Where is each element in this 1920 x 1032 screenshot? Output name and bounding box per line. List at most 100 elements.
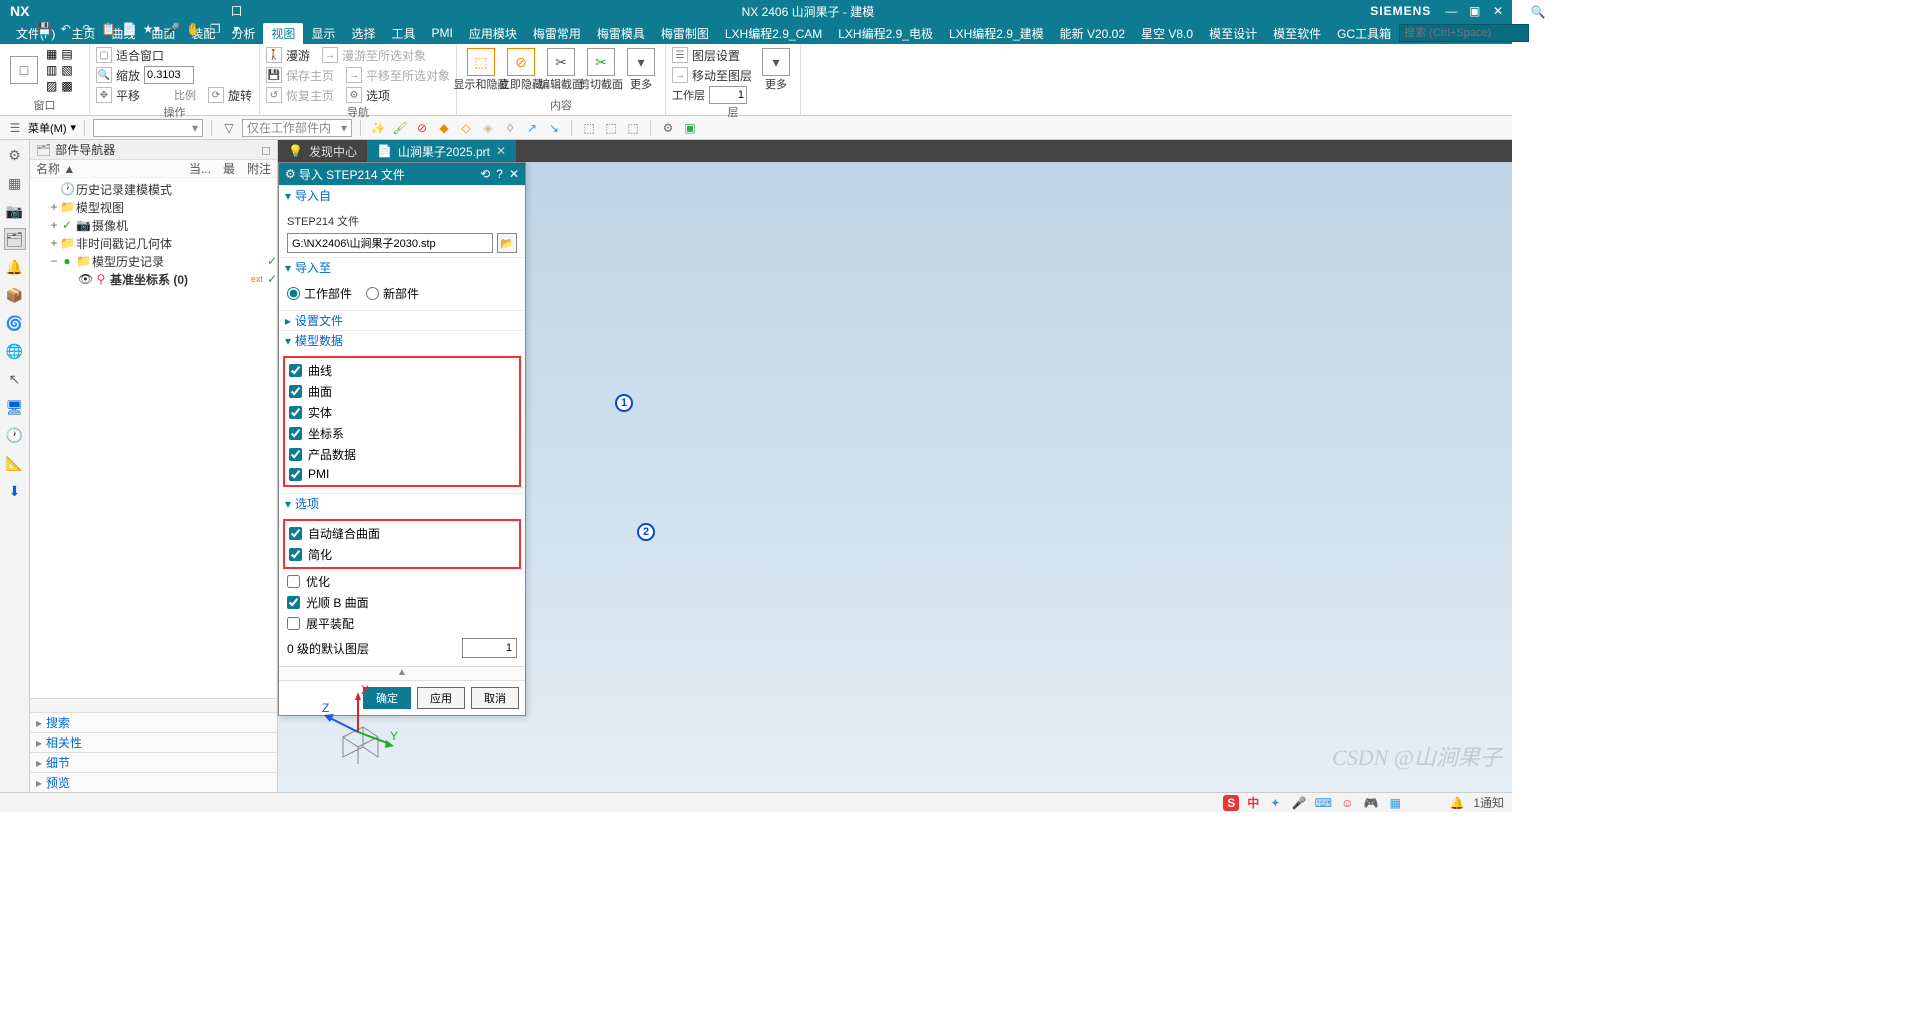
- tree-nontime[interactable]: +📁非时间戳记几何体: [30, 234, 277, 252]
- default-layer-input[interactable]: [462, 638, 517, 658]
- paste-icon[interactable]: 📄: [121, 20, 139, 38]
- chk-flatten[interactable]: [287, 617, 300, 630]
- acc-preview[interactable]: ▸预览: [30, 772, 277, 792]
- grid5-icon[interactable]: ▨: [46, 79, 57, 93]
- touch-icon[interactable]: ✋: [185, 20, 203, 38]
- acc-detail[interactable]: ▸细节: [30, 752, 277, 772]
- grid2-icon[interactable]: ▤: [61, 47, 72, 61]
- swirl-icon[interactable]: 🌀: [4, 312, 26, 334]
- menu-xk8[interactable]: 星空 V8.0: [1133, 23, 1201, 44]
- grid-icon[interactable]: ▦: [46, 47, 57, 61]
- windows-icon[interactable]: ❐: [206, 20, 224, 38]
- monitor-icon[interactable]: 🖥: [4, 396, 26, 418]
- grid4-icon[interactable]: ▧: [61, 63, 72, 77]
- window-dd-icon[interactable]: 窗口▾: [228, 0, 246, 2]
- filter2-dropdown[interactable]: 仅在工作部件内▾: [242, 119, 352, 137]
- no-icon[interactable]: ⊘: [413, 119, 431, 137]
- pointer-icon[interactable]: ↖: [4, 368, 26, 390]
- content-more-btn[interactable]: ▾更多: [623, 46, 659, 94]
- col-cur[interactable]: 当...: [183, 160, 217, 177]
- chk-optimize[interactable]: [287, 575, 300, 588]
- tree-history-mode[interactable]: 🕐历史记录建模模式: [30, 180, 277, 198]
- cube-o-icon[interactable]: ▣: [681, 119, 699, 137]
- cancel-button[interactable]: 取消: [471, 687, 519, 709]
- ime-lang[interactable]: 中: [1247, 794, 1259, 811]
- worklayer-input[interactable]: [709, 86, 747, 104]
- clip-section-btn[interactable]: ✂剪切截面: [583, 46, 619, 94]
- tree-cameras[interactable]: +✓📷摄像机: [30, 216, 277, 234]
- bell-icon[interactable]: 🔔: [4, 256, 26, 278]
- move-to-layer-btn[interactable]: →移动至图层: [672, 66, 752, 84]
- tree-model-history[interactable]: −●📁模型历史记录✓: [30, 252, 277, 270]
- col-up[interactable]: 最: [217, 160, 241, 177]
- undo-icon[interactable]: ↶: [57, 20, 75, 38]
- menu-view[interactable]: 视图: [263, 23, 303, 44]
- save-icon[interactable]: 💾: [35, 20, 53, 38]
- nav-scroll-h[interactable]: [30, 698, 277, 712]
- col-note[interactable]: 附注: [241, 160, 277, 177]
- status-face-icon[interactable]: ☺: [1339, 795, 1355, 811]
- chk-pmi[interactable]: [289, 468, 302, 481]
- menu-tools[interactable]: 工具: [383, 23, 423, 44]
- status-ico1[interactable]: ✦: [1267, 795, 1283, 811]
- brush-icon[interactable]: 🖌: [391, 119, 409, 137]
- status-game-icon[interactable]: 🎮: [1363, 795, 1379, 811]
- layer-more-btn[interactable]: ▾更多: [758, 46, 794, 94]
- pan-btn[interactable]: ✥平移: [96, 86, 140, 104]
- menu-lxh-model[interactable]: LXH编程2.9_建模: [941, 23, 1052, 44]
- cube2-icon[interactable]: ◇: [457, 119, 475, 137]
- tree-model-views[interactable]: +📁模型视图: [30, 198, 277, 216]
- ruler-icon[interactable]: 📐: [4, 452, 26, 474]
- menu-label[interactable]: 菜单(M): [28, 120, 67, 136]
- tab-discovery[interactable]: 💡发现中心: [278, 140, 367, 162]
- chk-product[interactable]: [289, 448, 302, 461]
- menu-lxh-cam[interactable]: LXH编程2.9_CAM: [717, 23, 830, 44]
- globe-icon[interactable]: 🌐: [4, 340, 26, 362]
- sec-import-to[interactable]: ▾导入至: [279, 257, 525, 277]
- cube-icon[interactable]: ▦: [4, 172, 26, 194]
- chk-surface[interactable]: [289, 385, 302, 398]
- browse-file-button[interactable]: 📂: [497, 233, 517, 253]
- dialog-collapse-bar[interactable]: ▲: [279, 666, 525, 680]
- chk-smoothb[interactable]: [287, 596, 300, 609]
- immediate-hide-btn[interactable]: ⊘立即隐藏: [503, 46, 539, 94]
- chk-curve[interactable]: [289, 364, 302, 377]
- ime-icon[interactable]: S: [1223, 795, 1239, 811]
- dialog-close-icon[interactable]: ✕: [509, 167, 519, 181]
- chk-solid[interactable]: [289, 406, 302, 419]
- status-mic-icon[interactable]: 🎤: [1291, 795, 1307, 811]
- view-triad[interactable]: X Y Z: [308, 682, 398, 772]
- tab-partfile[interactable]: 📄山涧果子2025.prt✕: [367, 140, 516, 162]
- sel2-icon[interactable]: ⬚: [602, 119, 620, 137]
- fit-window-btn[interactable]: ▢适合窗口: [96, 46, 253, 64]
- menu-analysis[interactable]: 分析: [223, 23, 263, 44]
- sel3-icon[interactable]: ⬚: [624, 119, 642, 137]
- menu-pmi[interactable]: PMI: [423, 24, 460, 42]
- fullscreen-icon[interactable]: ⛶: [1529, 19, 1547, 34]
- menu-ml1[interactable]: 梅雷常用: [525, 23, 589, 44]
- sec-options[interactable]: ▾选项: [279, 493, 525, 513]
- refresh-icon[interactable]: ↻: [1529, 34, 1547, 48]
- search-input[interactable]: [1399, 24, 1529, 42]
- redo-icon[interactable]: ↷: [78, 20, 96, 38]
- zoom-value-input[interactable]: [144, 66, 194, 84]
- menu-ml2[interactable]: 梅雷模具: [589, 23, 653, 44]
- radio-workpart[interactable]: 工作部件: [287, 285, 352, 302]
- menu-mzs[interactable]: 模至软件: [1265, 23, 1329, 44]
- roam-btn[interactable]: 🚶漫游: [266, 46, 310, 64]
- wand-icon[interactable]: ✨: [369, 119, 387, 137]
- rotate-btn[interactable]: ⟳旋转: [208, 86, 252, 104]
- clock-icon[interactable]: 🕐: [4, 424, 26, 446]
- mic-icon[interactable]: 🎤: [164, 20, 182, 38]
- status-grid-icon[interactable]: ▦: [1387, 795, 1403, 811]
- filter1-dropdown[interactable]: ▾: [93, 119, 203, 137]
- menu-select[interactable]: 选择: [343, 23, 383, 44]
- gear2-icon[interactable]: ⚙: [659, 119, 677, 137]
- help-icon[interactable]: ?: [1529, 48, 1547, 62]
- zoom-btn[interactable]: 🔍缩放: [96, 66, 140, 84]
- arrow2-icon[interactable]: ↘: [545, 119, 563, 137]
- notify-bell-icon[interactable]: 🔔: [1449, 795, 1465, 811]
- box-icon[interactable]: 📦: [4, 284, 26, 306]
- cube1-icon[interactable]: ◆: [435, 119, 453, 137]
- menu-mzd[interactable]: 模至设计: [1201, 23, 1265, 44]
